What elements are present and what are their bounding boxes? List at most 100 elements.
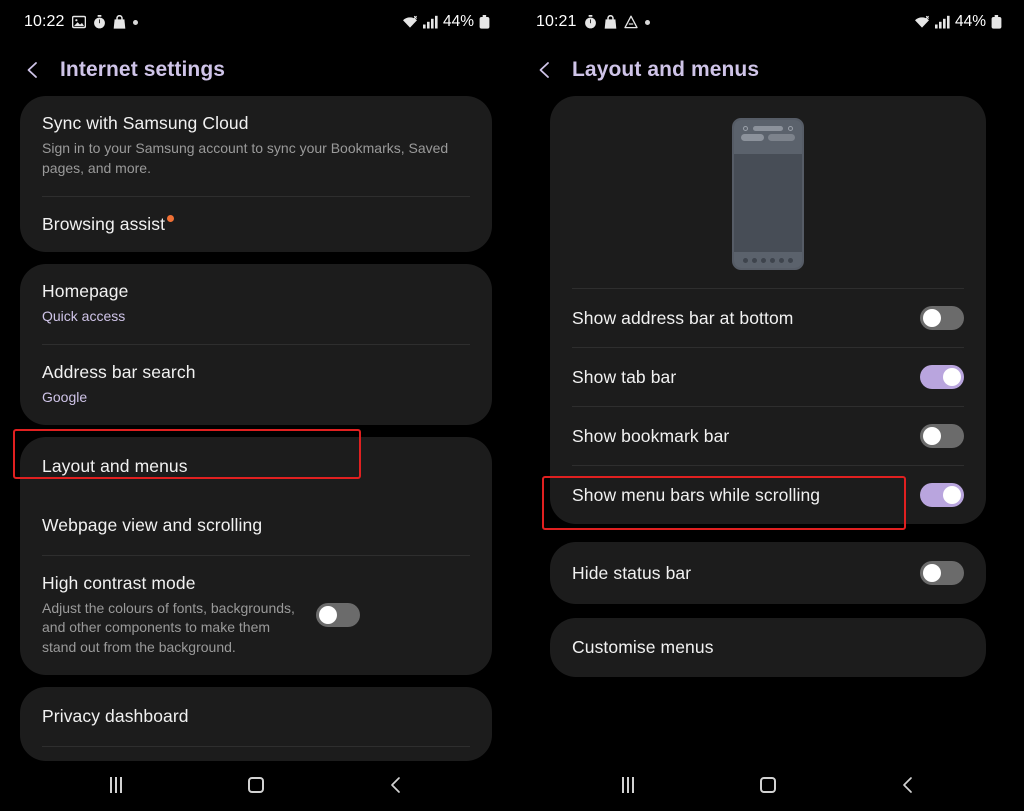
- drive-icon: [623, 15, 638, 29]
- menu-dot-icon: [761, 257, 766, 263]
- row-texts: Privacy dashboard: [42, 706, 470, 727]
- shopping-bag-icon: [113, 15, 126, 29]
- status-bar-left: 10:21: [536, 13, 650, 31]
- toggle-show-address-bar-at-bottom[interactable]: [920, 306, 964, 330]
- menu-dot-icon: [743, 257, 748, 263]
- settings-card-layout: Layout and menus Webpage view and scroll…: [13, 428, 492, 676]
- stopwatch-icon: [584, 15, 597, 29]
- phone-mockup: [732, 118, 804, 270]
- list-item-webpage-view-scrolling[interactable]: Webpage view and scrolling: [42, 496, 470, 555]
- back-button-icon[interactable]: [372, 768, 420, 802]
- list-item-sync-samsung-cloud[interactable]: Sync with Samsung Cloud Sign in to your …: [42, 96, 470, 196]
- list-item-subtitle: Sign in to your Samsung account to sync …: [42, 140, 449, 176]
- dot-icon: [644, 19, 650, 25]
- phone-mockup-addressbar-row: [739, 126, 797, 131]
- settings-card-customise-menus: Customise menus: [550, 618, 986, 677]
- list-item-subtitle: Quick access: [42, 307, 126, 324]
- left-screen-internet-settings: 10:22 44% Internet settings Sync with Sa…: [0, 0, 512, 811]
- list-item-show-menu-bars-while-scrolling[interactable]: Show menu bars while scrolling: [572, 465, 964, 524]
- row-texts: Sync with Samsung Cloud Sign in to your …: [42, 113, 470, 179]
- list-item-title: Hide status bar: [572, 562, 692, 583]
- page-title: Layout and menus: [572, 58, 760, 81]
- list-item-hide-status-bar[interactable]: Hide status bar: [572, 542, 964, 604]
- back-button-icon[interactable]: [884, 768, 932, 802]
- status-bar-right: 44%: [402, 13, 490, 31]
- status-bar: 10:22 44%: [0, 0, 512, 44]
- toggle-knob: [923, 427, 941, 445]
- wifi-icon: [914, 15, 930, 29]
- menu-dot-icon: [788, 257, 793, 263]
- list-item-title: Show address bar at bottom: [572, 307, 794, 328]
- settings-card-hide-status-bar: Hide status bar: [550, 542, 986, 604]
- list-item-title: Customise menus: [572, 637, 714, 657]
- list-item-title: Layout and menus: [42, 455, 188, 476]
- star-icon: [743, 126, 748, 131]
- page-title: Internet settings: [60, 58, 226, 81]
- list-item-customise-menus[interactable]: Customise menus: [572, 618, 964, 677]
- list-item-show-address-bar-at-bottom[interactable]: Show address bar at bottom: [572, 288, 964, 347]
- list-item-title: Show tab bar: [572, 366, 677, 387]
- list-item-title: Show menu bars while scrolling: [572, 484, 821, 505]
- status-bar-right: 44%: [914, 13, 1002, 31]
- list-item-homepage[interactable]: Homepage Quick access: [42, 264, 470, 344]
- toggle-show-bookmark-bar[interactable]: [920, 424, 964, 448]
- battery-percent: 44%: [442, 13, 474, 30]
- status-bar-left: 10:22: [24, 13, 138, 31]
- menu-dot-icon: [770, 257, 775, 263]
- row-texts: Address bar search Google: [42, 362, 470, 408]
- list-item-title: Privacy dashboard: [42, 706, 189, 727]
- phone-layout-preview: [572, 96, 964, 288]
- tab-shape: [768, 134, 795, 141]
- tab-shape: [741, 134, 765, 141]
- signal-icon: [422, 15, 438, 29]
- system-navigation-bar: [512, 759, 1024, 811]
- list-item-title: Webpage view and scrolling: [42, 514, 263, 535]
- list-item-title: Address bar search: [42, 361, 196, 382]
- shopping-bag-icon: [604, 15, 617, 29]
- list-item-address-bar-search[interactable]: Address bar search Google: [42, 343, 470, 425]
- home-button-icon[interactable]: [744, 768, 792, 802]
- list-item-subtitle: Google: [42, 388, 88, 405]
- phone-mockup-bottombar: [734, 252, 802, 268]
- recents-glyph: [622, 777, 634, 793]
- row-texts: Show bookmark bar: [572, 426, 906, 447]
- right-screen-layout-and-menus: 10:21 44% Layout and menus Show address …: [512, 0, 1024, 811]
- home-button-icon[interactable]: [232, 768, 280, 802]
- toggle-hide-status-bar[interactable]: [920, 561, 964, 585]
- list-item-title: High contrast mode: [42, 572, 196, 593]
- back-chevron-icon[interactable]: [534, 59, 556, 81]
- menu-circle-icon: [788, 126, 793, 131]
- list-item-privacy-dashboard[interactable]: Privacy dashboard: [42, 687, 470, 746]
- row-texts: Layout and menus: [42, 456, 470, 477]
- settings-card-sync: Sync with Samsung Cloud Sign in to your …: [20, 96, 492, 252]
- recents-button-icon[interactable]: [92, 768, 140, 802]
- recents-button-icon[interactable]: [604, 768, 652, 802]
- stopwatch-icon: [93, 15, 106, 29]
- back-chevron-icon[interactable]: [22, 59, 44, 81]
- toggle-show-tab-bar[interactable]: [920, 365, 964, 389]
- battery-percent: 44%: [954, 13, 986, 30]
- list-item-layout-and-menus[interactable]: Layout and menus: [42, 437, 470, 496]
- list-item-high-contrast-mode[interactable]: High contrast mode Adjust the colours of…: [42, 554, 470, 676]
- list-item-browsing-assist[interactable]: Browsing assist: [42, 195, 470, 252]
- wifi-icon: [402, 15, 418, 29]
- list-item-show-tab-bar[interactable]: Show tab bar: [572, 347, 964, 406]
- status-time: 10:22: [24, 13, 65, 30]
- settings-card-privacy: Privacy dashboard: [20, 687, 492, 762]
- phone-mockup-tabbar-row: [739, 134, 797, 141]
- toggle-knob: [923, 309, 941, 327]
- row-texts: High contrast mode Adjust the colours of…: [42, 573, 302, 659]
- toggle-knob: [943, 368, 961, 386]
- row-texts: Customise menus: [572, 637, 964, 658]
- status-time: 10:21: [536, 13, 577, 30]
- title-bar: Internet settings: [0, 44, 512, 96]
- menu-dot-icon: [752, 257, 757, 263]
- row-texts: Webpage view and scrolling: [42, 515, 470, 536]
- toggle-show-menu-bars-while-scrolling[interactable]: [920, 483, 964, 507]
- settings-list: Show address bar at bottom Show tab bar …: [512, 96, 1024, 677]
- list-item-title: Browsing assist: [42, 213, 166, 234]
- row-texts: Homepage Quick access: [42, 281, 470, 327]
- toggle-high-contrast-mode[interactable]: [316, 603, 360, 628]
- row-texts: Browsing assist: [42, 214, 470, 235]
- list-item-show-bookmark-bar[interactable]: Show bookmark bar: [572, 406, 964, 465]
